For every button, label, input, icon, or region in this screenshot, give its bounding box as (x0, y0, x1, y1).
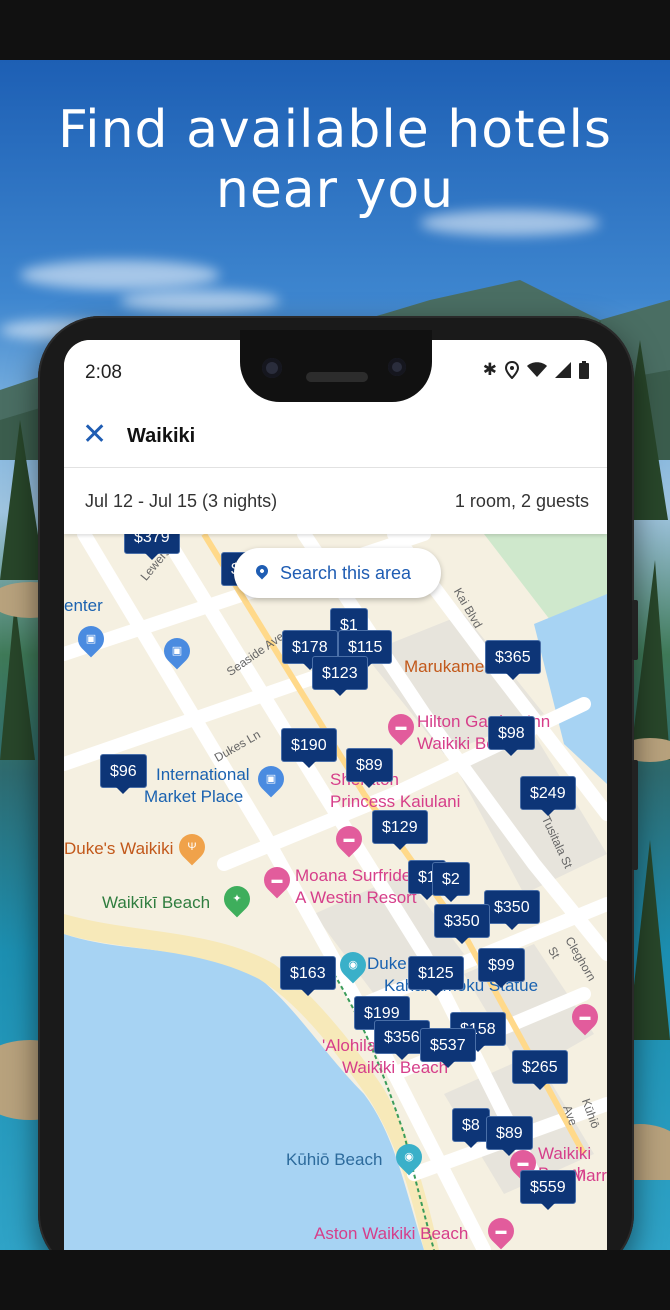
price-pin[interactable]: $559 (520, 1170, 576, 1210)
map-view[interactable]: Seaside Ave Dukes Ln Tusitala St Cleghor… (64, 534, 607, 1250)
price-pin[interactable]: $350 (434, 904, 490, 944)
phone-power-button (632, 600, 638, 660)
poi-princess-kaiulani[interactable]: Princess Kaiulani (330, 792, 460, 812)
location-icon (505, 361, 519, 379)
search-query[interactable]: Waikiki (127, 425, 195, 448)
poi-duke-statue[interactable]: Duke (367, 954, 407, 974)
date-guest-bar: Jul 12 - Jul 15 (3 nights) 1 room, 2 gue… (64, 468, 607, 534)
price-pin[interactable]: $89 (486, 1116, 533, 1156)
headline-line-2: near you (215, 160, 455, 220)
top-black-bar (0, 0, 670, 60)
front-camera-icon (262, 358, 282, 378)
phone-volume-button (632, 760, 638, 870)
search-bar[interactable]: ✕ Waikiki (64, 404, 607, 468)
headline-line-1: Find available hotels (58, 100, 612, 160)
poi-market-place[interactable]: Market Place (144, 787, 243, 807)
headline: Find available hotels near you (0, 100, 670, 220)
price-pin[interactable]: $89 (346, 748, 393, 788)
price-pin[interactable]: $2 (432, 862, 470, 902)
poi-aston[interactable]: Aston Waikiki Beach (314, 1224, 468, 1244)
poi-dukes-waikiki[interactable]: Duke's Waikiki (64, 839, 173, 859)
phone-screen: 2:08 ✱ ✕ Waikiki Jul 12 - Jul 15 (3 nigh… (64, 340, 607, 1250)
price-pin[interactable]: $350 (484, 890, 540, 930)
front-sensor-icon (388, 358, 406, 376)
search-this-area-button[interactable]: Search this area (234, 548, 441, 598)
status-icons: ✱ (483, 360, 589, 380)
price-pin[interactable]: $163 (280, 956, 336, 996)
bottom-black-bar (0, 1250, 670, 1310)
price-pin[interactable]: $249 (520, 776, 576, 816)
price-pin[interactable]: $96 (100, 754, 147, 794)
close-icon[interactable]: ✕ (82, 420, 108, 450)
battery-icon (579, 361, 589, 379)
earpiece-speaker (306, 372, 368, 382)
price-pin[interactable]: $123 (312, 656, 368, 696)
wifi-icon (527, 362, 547, 377)
date-range-button[interactable]: Jul 12 - Jul 15 (3 nights) (85, 491, 277, 512)
price-pin[interactable]: $190 (281, 728, 337, 768)
status-time: 2:08 (85, 362, 122, 383)
poi-moana[interactable]: Moana Surfrider, (295, 866, 421, 886)
price-pin[interactable]: $537 (420, 1028, 476, 1068)
price-pin[interactable]: $125 (408, 956, 464, 996)
poi-kuhio-beach[interactable]: Kūhiō Beach (286, 1150, 382, 1170)
price-pin[interactable]: $265 (512, 1050, 568, 1090)
poi-marriott[interactable]: Marriott (572, 1166, 607, 1186)
guests-button[interactable]: 1 room, 2 guests (455, 491, 589, 512)
location-pin-icon (253, 562, 271, 580)
poi-international-market[interactable]: International (156, 765, 250, 785)
price-pin[interactable]: $365 (485, 640, 541, 680)
price-pin[interactable]: $379 (124, 534, 180, 560)
poi-center[interactable]: enter (64, 596, 103, 616)
search-this-area-label: Search this area (280, 563, 412, 583)
signal-icon (555, 362, 571, 378)
poi-waikiki-beach[interactable]: Waikīkī Beach (102, 893, 210, 913)
price-pin[interactable]: $99 (478, 948, 525, 988)
price-pin[interactable]: $8 (452, 1108, 490, 1148)
bluetooth-icon: ✱ (482, 360, 497, 379)
poi-westin[interactable]: A Westin Resort (295, 888, 417, 908)
price-pin[interactable]: $98 (488, 716, 535, 756)
price-pin[interactable]: $129 (372, 810, 428, 850)
